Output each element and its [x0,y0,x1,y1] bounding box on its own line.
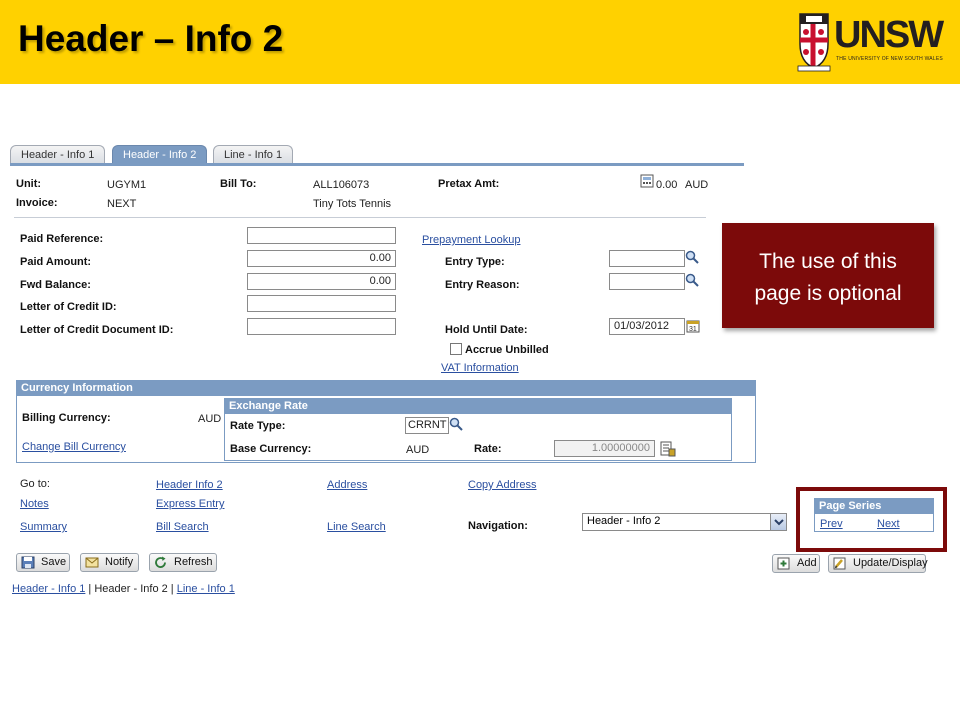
logo-subtext: THE UNIVERSITY OF NEW SOUTH WALES [836,56,943,62]
goto-label: Go to: [20,478,50,490]
refresh-button[interactable]: Refresh [149,553,217,572]
chevron-down-icon [774,519,784,526]
bill-to-label: Bill To: [220,178,257,190]
paid-amount-label: Paid Amount: [20,256,92,268]
line-search-link[interactable]: Line Search [327,521,386,533]
logo-wordmark: UNSW [834,14,944,56]
bill-to-value: ALL106073 [313,179,370,191]
entry-reason-input[interactable] [609,273,685,290]
pretax-currency: AUD [685,179,709,191]
notify-button[interactable]: Notify [80,553,139,572]
entry-type-label: Entry Type: [445,256,505,268]
letter-of-credit-doc-label: Letter of Credit Document ID: [20,324,174,336]
base-currency-value: AUD [406,444,430,456]
fwd-balance-label: Fwd Balance: [20,279,91,291]
header-divider [14,217,706,218]
bill-to-name: Tiny Tots Tennis [313,198,392,210]
entry-reason-search-icon[interactable] [685,273,699,287]
notify-icon [85,557,99,568]
header-info-2-link[interactable]: Header Info 2 [156,479,223,491]
unit-label: Unit: [16,178,42,190]
billing-currency-label: Billing Currency: [22,412,111,424]
rate-type-input[interactable]: CRRNT [405,417,449,434]
hold-until-date-label: Hold Until Date: [445,324,528,336]
bottom-page-links: Header - Info 1 | Header - Info 2 | Line… [12,583,235,595]
accrue-unbilled-checkbox[interactable] [450,343,462,355]
invoice-label: Invoice: [16,197,58,209]
navigation-dropdown-button[interactable] [770,514,786,530]
calculator-icon[interactable] [640,174,654,188]
rate-detail-icon[interactable] [660,441,676,457]
tab-header-info-2[interactable]: Header - Info 2 [112,145,208,164]
base-currency-label: Base Currency: [230,443,312,455]
change-bill-currency-link[interactable]: Change Bill Currency [22,441,126,453]
bottom-link-header-info-1[interactable]: Header - Info 1 [12,583,85,595]
bottom-link-line-info-1[interactable]: Line - Info 1 [177,583,235,595]
exchange-rate-header: Exchange Rate [225,399,731,414]
refresh-icon [155,556,166,568]
entry-type-input[interactable] [609,250,685,267]
paid-reference-label: Paid Reference: [20,233,104,245]
slide-title: Header – Info 2 [18,18,284,59]
billing-currency-value: AUD [198,413,222,425]
save-button[interactable]: Save [16,553,70,572]
slide-header: Header – Info 2 UNSW THE UNIVERSITY OF N… [0,0,960,84]
rate-type-search-icon[interactable] [449,417,463,431]
bottom-current-page: Header - Info 2 [94,583,168,595]
bottom-link-separator: | [85,583,95,595]
express-entry-link[interactable]: Express Entry [156,498,224,510]
unsw-logo: UNSW THE UNIVERSITY OF NEW SOUTH WALES [796,8,946,76]
rate-input: 1.00000000 [554,440,655,457]
refresh-button-label: Refresh [174,556,213,568]
add-icon [777,557,790,570]
notify-button-label: Notify [105,556,134,568]
prepayment-lookup-link[interactable]: Prepayment Lookup [422,234,520,246]
rate-label: Rate: [474,443,502,455]
navigation-label: Navigation: [468,520,528,532]
navigation-select[interactable]: Header - Info 2 [582,513,787,531]
letter-of-credit-doc-input[interactable] [247,318,396,335]
accrue-unbilled-label: Accrue Unbilled [465,344,549,356]
optional-page-callout: The use of this page is optional [722,223,934,328]
tab-underline [10,163,744,166]
bottom-link-separator: | [167,583,177,595]
update-display-icon [833,557,846,570]
add-button-label: Add [797,557,817,569]
navigation-select-value: Header - Info 2 [587,515,661,527]
vat-information-link[interactable]: VAT Information [441,362,519,374]
summary-link[interactable]: Summary [20,521,67,533]
currency-information-header: Currency Information [17,381,755,396]
add-button[interactable]: Add [772,554,820,573]
update-display-button-label: Update/Display [853,557,928,569]
save-button-label: Save [41,556,67,568]
tab-line-info-1[interactable]: Line - Info 1 [213,145,294,164]
update-display-button[interactable]: Update/Display [828,554,928,573]
fwd-balance-input[interactable]: 0.00 [247,273,396,290]
calendar-icon[interactable]: 31 [686,319,700,333]
pretax-amt-value: 0.00 [656,179,678,191]
letter-of-credit-input[interactable] [247,295,396,312]
entry-type-search-icon[interactable] [685,250,699,264]
notes-link[interactable]: Notes [20,498,49,510]
save-icon [21,556,35,569]
unsw-crest-icon [797,13,831,72]
pretax-amt-label: Pretax Amt: [438,178,500,190]
entry-reason-label: Entry Reason: [445,279,520,291]
unit-value: UGYM1 [107,179,147,191]
paid-amount-input[interactable]: 0.00 [247,250,396,267]
address-link[interactable]: Address [327,479,367,491]
callout-line-1: The use of this [759,250,897,273]
letter-of-credit-label: Letter of Credit ID: [20,301,117,313]
callout-text: The use of this page is optional [722,246,934,310]
copy-address-link[interactable]: Copy Address [468,479,536,491]
tab-header-info-1[interactable]: Header - Info 1 [10,145,106,164]
bill-search-link[interactable]: Bill Search [156,521,209,533]
hold-until-date-input[interactable]: 01/03/2012 [609,318,685,335]
rate-type-label: Rate Type: [230,420,286,432]
page-series-highlight [796,487,947,552]
callout-line-2: page is optional [754,282,902,305]
paid-reference-input[interactable] [247,227,396,244]
svg-text:31: 31 [689,326,697,333]
invoice-value: NEXT [107,198,137,210]
